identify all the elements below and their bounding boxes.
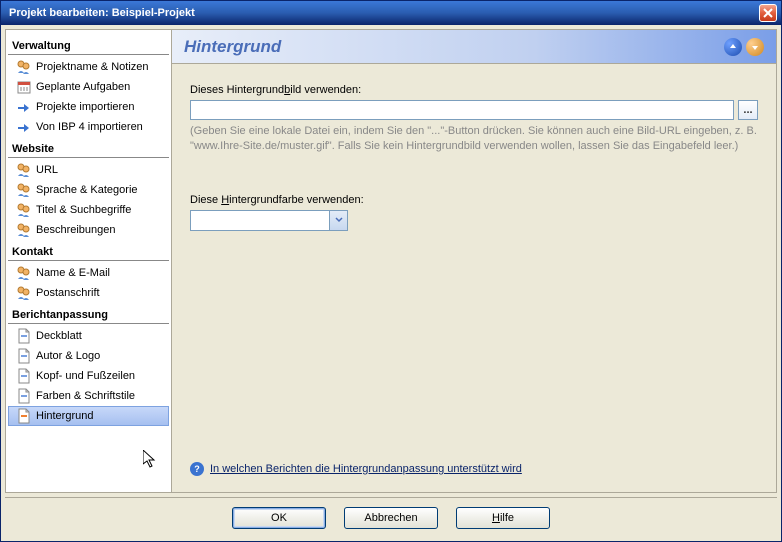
bgimage-input[interactable]	[190, 100, 734, 120]
calendar-icon	[16, 79, 32, 95]
sidebar-item-label: Postanschrift	[36, 287, 100, 299]
sidebar-category-header: Verwaltung	[8, 34, 169, 55]
sidebar-item-label: Geplante Aufgaben	[36, 81, 130, 93]
users-post-icon	[16, 285, 32, 301]
help-button[interactable]: Hilfe	[456, 507, 550, 529]
help-icon: ?	[190, 462, 204, 476]
sidebar-item[interactable]: Postanschrift	[8, 283, 169, 303]
sidebar-item-label: Deckblatt	[36, 330, 82, 342]
import-icon	[16, 119, 32, 135]
users-desc-icon	[16, 222, 32, 238]
sidebar-item-label: Von IBP 4 importieren	[36, 121, 143, 133]
bgcolor-dropdown[interactable]	[190, 210, 348, 231]
page-icon	[16, 388, 32, 404]
sidebar-item[interactable]: Farben & Schriftstile	[8, 386, 169, 406]
close-icon	[763, 8, 773, 18]
page-title: Hintergrund	[184, 37, 720, 57]
sidebar-item-label: Autor & Logo	[36, 350, 100, 362]
sidebar-item[interactable]: Projektname & Notizen	[8, 57, 169, 77]
sidebar-item-label: Projektname & Notizen	[36, 61, 149, 73]
help-link-row: ? In welchen Berichten die Hintergrundan…	[190, 462, 758, 476]
nav-up-button[interactable]	[724, 38, 742, 56]
sidebar-item-label: URL	[36, 164, 58, 176]
sidebar-category-header: Berichtanpassung	[8, 303, 169, 324]
sidebar-item-label: Beschreibungen	[36, 224, 116, 236]
sidebar-item[interactable]: Von IBP 4 importieren	[8, 117, 169, 137]
sidebar-item-label: Projekte importieren	[36, 101, 134, 113]
sidebar-item-label: Kopf- und Fußzeilen	[36, 370, 135, 382]
button-bar: OK Abbrechen Hilfe	[5, 497, 777, 537]
arrow-down-icon	[751, 43, 759, 51]
arrow-up-icon	[729, 43, 737, 51]
main-panel: Hintergrund Dieses Hintergrundbild verwe…	[172, 30, 776, 492]
page-icon	[16, 348, 32, 364]
sidebar-item[interactable]: Projekte importieren	[8, 97, 169, 117]
page-icon	[16, 368, 32, 384]
page-icon	[16, 328, 32, 344]
cancel-button[interactable]: Abbrechen	[344, 507, 438, 529]
help-link[interactable]: In welchen Berichten die Hintergrundanpa…	[210, 463, 522, 475]
users-icon	[16, 162, 32, 178]
page-orange-icon	[16, 408, 32, 424]
nav-down-button[interactable]	[746, 38, 764, 56]
sidebar-item[interactable]: Name & E-Mail	[8, 263, 169, 283]
sidebar-item[interactable]: Hintergrund	[8, 406, 169, 426]
users-icon	[16, 59, 32, 75]
main-header: Hintergrund	[172, 30, 776, 64]
import-icon	[16, 99, 32, 115]
ok-button[interactable]: OK	[232, 507, 326, 529]
sidebar-item[interactable]: URL	[8, 160, 169, 180]
sidebar-item-label: Farben & Schriftstile	[36, 390, 135, 402]
users-lang-icon	[16, 182, 32, 198]
sidebar-item[interactable]: Geplante Aufgaben	[8, 77, 169, 97]
sidebar-category-header: Website	[8, 137, 169, 158]
sidebar: Verwaltung Projektname & Notizen Geplante …	[6, 30, 172, 492]
users-search-icon	[16, 202, 32, 218]
sidebar-item[interactable]: Sprache & Kategorie	[8, 180, 169, 200]
window-title: Projekt bearbeiten: Beispiel-Projekt	[5, 7, 759, 19]
sidebar-item[interactable]: Titel & Suchbegriffe	[8, 200, 169, 220]
sidebar-item-label: Hintergrund	[36, 410, 93, 422]
chevron-down-icon	[329, 211, 347, 230]
sidebar-item[interactable]: Kopf- und Fußzeilen	[8, 366, 169, 386]
color-swatch	[191, 211, 329, 230]
sidebar-item[interactable]: Autor & Logo	[8, 346, 169, 366]
users-mail-icon	[16, 265, 32, 281]
sidebar-item-label: Name & E-Mail	[36, 267, 110, 279]
browse-button[interactable]: ...	[738, 100, 758, 120]
bgimage-label: Dieses Hintergrundbild verwenden:	[190, 84, 758, 96]
bgimage-hint: (Geben Sie eine lokale Datei ein, indem …	[190, 124, 758, 154]
close-button[interactable]	[759, 4, 777, 22]
sidebar-item[interactable]: Beschreibungen	[8, 220, 169, 240]
sidebar-item[interactable]: Deckblatt	[8, 326, 169, 346]
titlebar: Projekt bearbeiten: Beispiel-Projekt	[1, 1, 781, 25]
sidebar-item-label: Sprache & Kategorie	[36, 184, 138, 196]
bgcolor-label: Diese Hintergrundfarbe verwenden:	[190, 194, 758, 206]
sidebar-category-header: Kontakt	[8, 240, 169, 261]
sidebar-item-label: Titel & Suchbegriffe	[36, 204, 131, 216]
